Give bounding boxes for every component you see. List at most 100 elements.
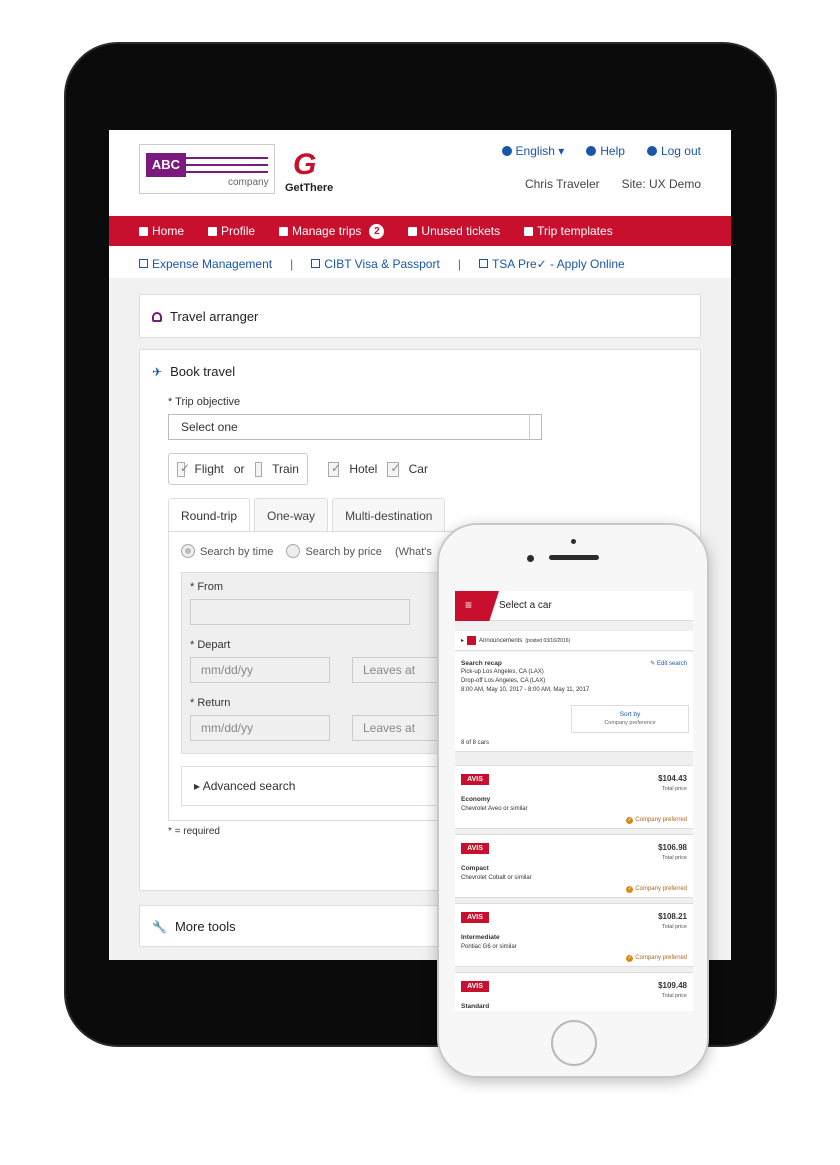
device-mockup: ABC company G GetThere English ▾ Help Lo… <box>0 0 840 1165</box>
announcements-row[interactable]: ▸ Announcements (posted 03/16/2016) <box>455 631 693 651</box>
power-icon <box>646 146 657 156</box>
megaphone-icon <box>467 636 477 645</box>
car-model: Pontiac G6 or similar <box>461 944 517 950</box>
getthere-mark: G <box>293 148 317 181</box>
tab-round-trip[interactable]: Round-trip <box>168 498 251 532</box>
price-label: Total price <box>661 924 687 930</box>
tsa-pre-link[interactable]: TSA Pre✓ - Apply Online <box>478 257 625 271</box>
company-preferred-badge: Company preferred <box>626 817 687 824</box>
whats-this-link[interactable]: (What's <box>395 546 432 558</box>
main-nav: Home Profile Manage trips 2 Unused ticket… <box>109 216 731 246</box>
user-name: Chris Traveler <box>524 177 600 191</box>
header-links: English ▾ Help Log out <box>501 144 701 158</box>
cibt-visa-link[interactable]: CIBT Visa & Passport <box>311 257 440 271</box>
price-label: Total price <box>661 855 687 861</box>
book-travel-title: Book travel <box>170 364 236 379</box>
flight-checkbox[interactable] <box>177 461 189 477</box>
abc-logo-company: company <box>228 177 269 188</box>
avis-logo: AVIS <box>461 843 489 854</box>
help-link[interactable]: Help <box>586 144 625 158</box>
pickup-text: Pick-up Los Angeles, CA (LAX) <box>461 669 544 675</box>
car-price: $108.21 <box>658 912 687 921</box>
abc-logo-text: ABC <box>146 153 186 177</box>
from-input[interactable] <box>190 599 410 625</box>
chevron-down-icon <box>529 415 541 439</box>
dropoff-text: Drop-off Los Angeles, CA (LAX) <box>461 678 546 684</box>
search-by-price-option[interactable]: Search by price <box>286 544 382 558</box>
external-link-icon <box>311 259 321 268</box>
language-selector[interactable]: English ▾ <box>501 144 564 158</box>
ticket-icon <box>408 226 418 236</box>
more-tools-title: More tools <box>174 919 236 934</box>
getthere-logo: G GetThere <box>285 148 345 198</box>
folder-icon <box>524 226 534 236</box>
car-class: Economy <box>461 796 491 803</box>
hotel-checkbox[interactable] <box>328 461 341 477</box>
nav-profile[interactable]: Profile <box>208 224 255 238</box>
travel-arranger-panel[interactable]: Travel arranger <box>139 294 701 338</box>
tab-multi-destination[interactable]: Multi-destination <box>332 498 446 532</box>
avis-logo: AVIS <box>461 912 489 923</box>
car-price: $106.98 <box>658 843 687 852</box>
search-recap-title: Search recap <box>461 660 502 667</box>
return-date-input[interactable]: mm/dd/yy <box>190 715 330 741</box>
return-label: * Return <box>190 697 231 709</box>
price-label: Total price <box>661 993 687 999</box>
phone-camera <box>527 555 534 562</box>
avis-logo: AVIS <box>461 774 489 785</box>
airplane-icon: ✈ <box>152 364 163 379</box>
phone-screen: ≡ Select a car ▸ Announcements (posted 0… <box>455 591 693 1011</box>
price-label: Total price <box>661 786 687 792</box>
phone-frame: ≡ Select a car ▸ Announcements (posted 0… <box>437 523 709 1078</box>
depart-date-input[interactable]: mm/dd/yy <box>190 657 330 683</box>
avis-logo: AVIS <box>461 981 489 992</box>
nav-unused-tickets[interactable]: Unused tickets <box>408 224 500 238</box>
dates-text: 8:00 AM, May 10, 2017 - 8:00 AM, May 11,… <box>461 687 590 693</box>
help-icon <box>586 146 597 156</box>
car-result-card[interactable]: AVIS $108.21 Total price Intermediate Po… <box>455 903 693 967</box>
train-checkbox[interactable] <box>254 461 263 477</box>
required-note: * = required <box>168 826 220 837</box>
sort-by-button[interactable]: Sort by Company preference <box>571 705 689 733</box>
travel-arranger-title: Travel arranger <box>170 309 259 324</box>
from-label: * From <box>190 581 223 593</box>
trip-type-tabs: Round-trip One-way Multi-destination <box>168 498 449 532</box>
car-model: Chevrolet Cobalt or similar <box>461 875 532 881</box>
trip-objective-label: * Trip objective <box>168 396 241 408</box>
result-count: 8 of 8 cars <box>461 740 490 746</box>
getthere-wordmark: GetThere <box>285 182 334 194</box>
depart-label: * Depart <box>190 639 231 651</box>
headset-icon <box>152 311 162 322</box>
phone-speaker <box>549 555 599 560</box>
phone-topbar: ≡ Select a car <box>455 591 693 621</box>
external-link-icon <box>478 259 488 268</box>
car-result-card[interactable]: AVIS $106.98 Total price Compact Chevrol… <box>455 834 693 898</box>
hamburger-menu-icon[interactable]: ≡ <box>455 591 499 621</box>
car-price: $104.43 <box>658 774 687 783</box>
car-result-card[interactable]: AVIS $109.48 Total price Standard <box>455 972 693 1011</box>
car-price: $109.48 <box>658 981 687 990</box>
wrench-icon: 🔧 <box>152 919 167 934</box>
edit-search-link[interactable]: ✎ Edit search <box>650 660 687 667</box>
phone-home-button[interactable] <box>551 1020 597 1066</box>
logout-link[interactable]: Log out <box>646 144 701 158</box>
search-recap: Search recap ✎ Edit search Pick-up Los A… <box>455 652 693 752</box>
company-preferred-badge: Company preferred <box>626 886 687 893</box>
car-checkbox[interactable] <box>387 461 401 477</box>
suitcase-icon <box>279 226 289 236</box>
user-info: Chris Traveler Site: UX Demo <box>525 177 701 191</box>
nav-home[interactable]: Home <box>139 224 184 238</box>
nav-trip-templates[interactable]: Trip templates <box>524 224 613 238</box>
car-result-card[interactable]: AVIS $104.43 Total price Economy Chevrol… <box>455 765 693 829</box>
search-by-time-option[interactable]: Search by time <box>181 544 273 558</box>
expense-management-link[interactable]: Expense Management <box>139 257 272 271</box>
external-link-icon <box>139 259 148 268</box>
globe-icon <box>501 146 512 156</box>
car-class: Standard <box>461 1003 490 1010</box>
transport-mode-group: Flight or Train <box>168 453 308 485</box>
site-name: Site: UX Demo <box>621 177 701 191</box>
user-icon <box>208 226 218 236</box>
nav-manage-trips[interactable]: Manage trips 2 <box>279 223 385 239</box>
trip-objective-select[interactable]: Select one <box>168 414 542 440</box>
tab-one-way[interactable]: One-way <box>254 498 329 532</box>
